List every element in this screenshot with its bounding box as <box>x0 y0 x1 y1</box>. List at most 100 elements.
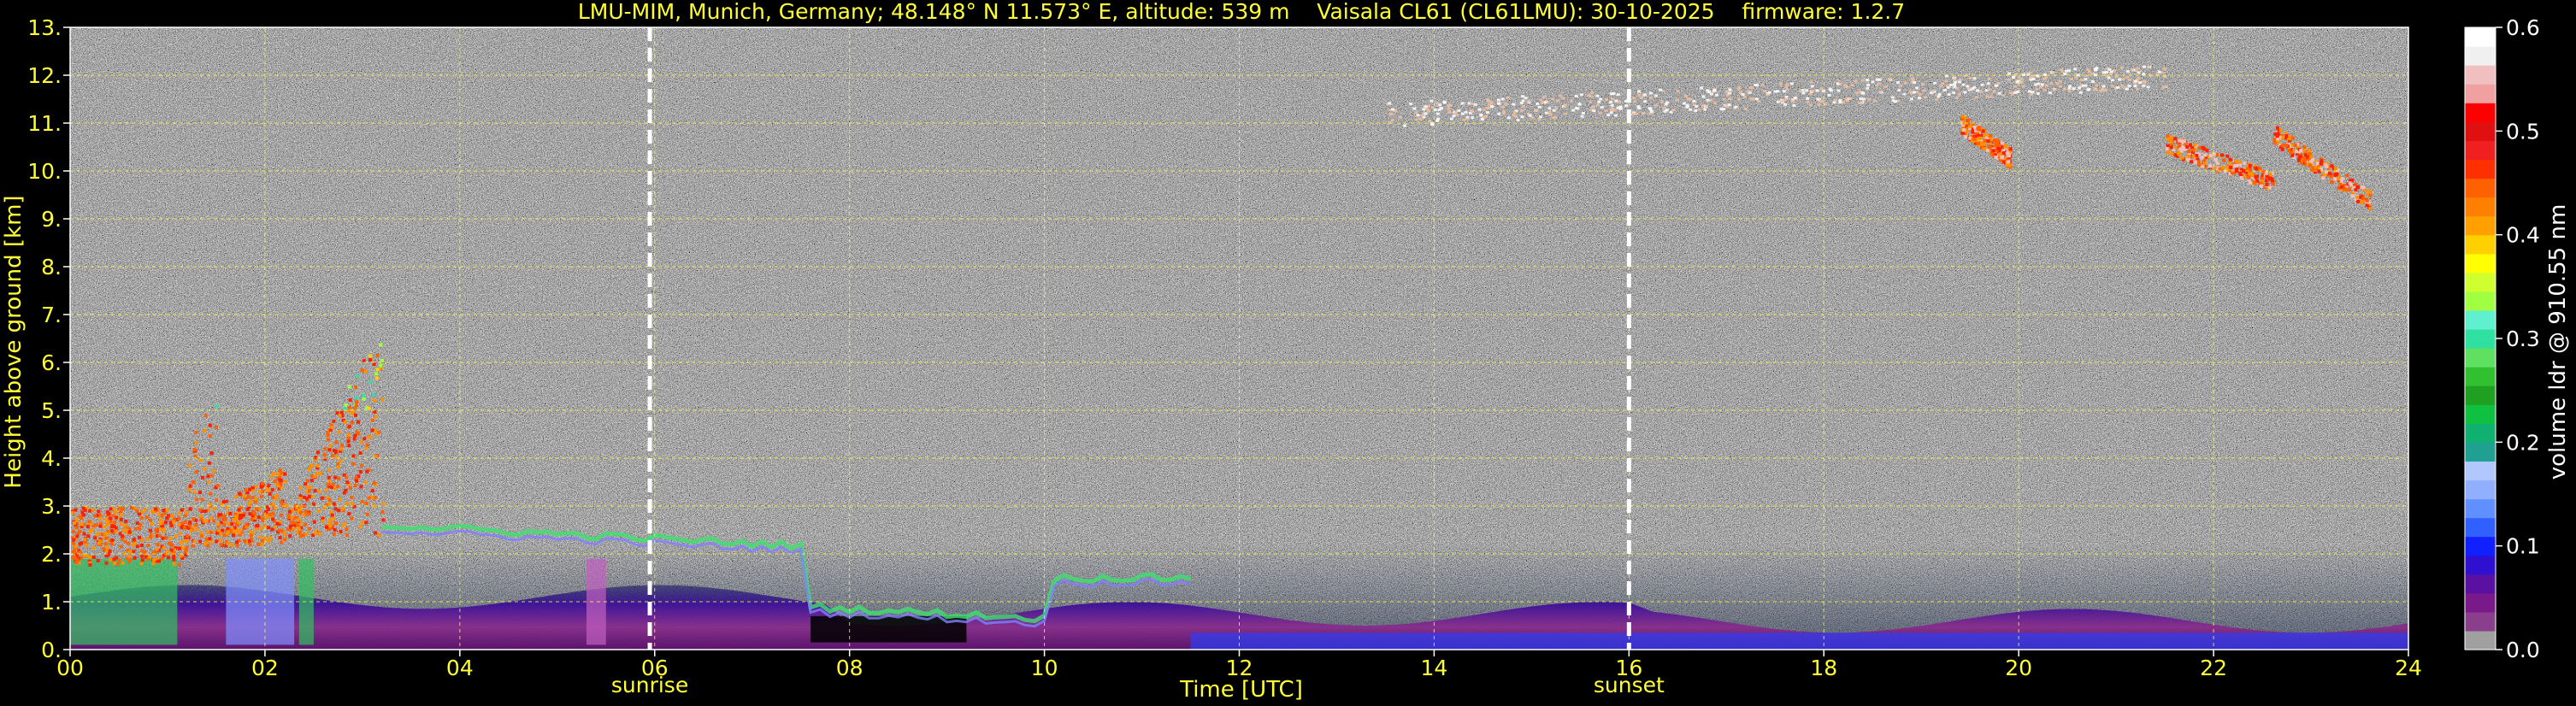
cloud-pixel <box>206 544 210 548</box>
fallstreak-pixel <box>2254 175 2258 179</box>
cloud-pixel <box>313 529 317 533</box>
cloud-pixel <box>207 480 211 485</box>
cloud-pixel <box>183 526 187 530</box>
fallstreak-pixel <box>2345 174 2349 178</box>
colorbar-swatch <box>2465 348 2496 368</box>
cloud-pixel <box>168 521 173 525</box>
cirrus-pixel <box>2029 93 2033 97</box>
cirrus-pixel <box>1763 90 1767 93</box>
cirrus-pixel <box>1746 90 1750 93</box>
cirrus-pixel <box>1479 113 1483 116</box>
cirrus-pixel <box>1820 100 1824 103</box>
cirrus-pixel <box>1595 94 1600 97</box>
fallstreak-pixel <box>2270 177 2274 181</box>
cirrus-pixel <box>1542 95 1547 98</box>
cirrus-pixel <box>1632 97 1636 100</box>
cirrus-pixel <box>1980 83 1984 86</box>
cloud-pixel <box>251 496 255 500</box>
cloud-pixel <box>355 479 359 483</box>
fallstreak-pixel <box>2271 182 2275 186</box>
cirrus-pixel <box>1987 78 1991 80</box>
cirrus-pixel <box>1810 89 1814 92</box>
cloud-pixel <box>219 538 223 542</box>
cloud-pixel <box>364 521 368 525</box>
cloud-pixel <box>344 403 348 407</box>
cirrus-pixel <box>1524 97 1528 100</box>
cloud-pixel <box>114 510 118 515</box>
cloud-pixel <box>91 508 95 512</box>
cloud-pixel <box>333 521 338 526</box>
cirrus-pixel <box>1859 97 1863 100</box>
cloud-pixel <box>185 510 189 515</box>
fallstreak-pixel <box>2189 143 2192 147</box>
cloud-pixel <box>347 425 351 429</box>
cloud-pixel <box>348 398 352 403</box>
fallstreak-pixel <box>2349 183 2354 187</box>
cloud-pixel <box>254 485 258 489</box>
y-tick-label: 7. <box>41 303 62 327</box>
fallstreak-pixel <box>2276 140 2280 144</box>
cloud-pixel <box>332 502 336 506</box>
fallstreak-pixel <box>2365 203 2369 208</box>
colorbar-swatch <box>2465 197 2496 217</box>
cloud-pixel <box>363 437 367 441</box>
fallstreak-pixel <box>2165 147 2169 151</box>
fallstreak-pixel <box>2361 196 2366 200</box>
x-tick-label: 18 <box>1810 656 1837 680</box>
cloud-pixel <box>186 488 191 491</box>
cloud-pixel <box>103 542 108 546</box>
cloud-pixel <box>78 529 82 533</box>
cirrus-pixel <box>2036 91 2040 95</box>
cirrus-pixel <box>2044 84 2048 87</box>
cloud-pixel <box>74 526 79 530</box>
cirrus-pixel <box>2163 68 2167 71</box>
cirrus-pixel <box>1911 77 1915 80</box>
cloud-pixel <box>249 533 253 538</box>
fallstreak-pixel <box>2355 185 2360 189</box>
cirrus-pixel <box>2094 88 2098 91</box>
fallstreak-pixel <box>2307 149 2311 153</box>
cirrus-pixel <box>1942 89 1947 92</box>
cirrus-pixel <box>1741 93 1745 96</box>
cirrus-pixel <box>1563 103 1567 107</box>
cirrus-pixel <box>2069 78 2073 80</box>
y-tick-label: 3. <box>41 494 62 519</box>
cirrus-pixel <box>1552 109 1556 112</box>
cirrus-pixel <box>2101 85 2106 88</box>
colorbar-swatch <box>2465 46 2496 66</box>
fallstreak-pixel <box>2268 173 2272 177</box>
fallstreak-pixel <box>2360 200 2364 204</box>
x-tick-label: 20 <box>2005 656 2032 680</box>
fallstreak-pixel <box>2170 152 2174 156</box>
cloud-pixel <box>345 527 349 532</box>
cloud-pixel <box>360 499 364 503</box>
fallstreak-pixel <box>2186 154 2190 158</box>
colorbar-swatch <box>2465 272 2496 292</box>
cloud-pixel <box>188 507 192 511</box>
cirrus-pixel <box>1709 92 1713 96</box>
fallstreak-pixel <box>1994 155 1998 159</box>
cirrus-pixel <box>1597 100 1601 103</box>
cloud-pixel <box>340 506 345 510</box>
cloud-pixel <box>307 489 311 493</box>
cloud-pixel <box>327 518 332 522</box>
colorbar-swatch <box>2465 234 2496 255</box>
cirrus-pixel <box>1944 79 1948 83</box>
fallstreak-pixel <box>2343 186 2347 191</box>
cloud-pixel <box>110 524 115 528</box>
cloud-pixel <box>139 562 144 566</box>
cloud-pixel <box>359 440 363 444</box>
cirrus-pixel <box>1783 103 1788 106</box>
cloud-pixel <box>331 483 335 486</box>
cloud-pixel <box>298 534 303 538</box>
fallstreak-pixel <box>2201 145 2205 150</box>
cirrus-pixel <box>2133 79 2137 83</box>
y-tick-label: 5. <box>41 398 62 423</box>
cirrus-pixel <box>2074 76 2078 79</box>
x-tick-label: 08 <box>836 656 864 680</box>
cirrus-pixel <box>1430 123 1435 126</box>
cloud-pixel <box>255 527 258 532</box>
cloud-pixel <box>145 537 150 541</box>
cirrus-pixel <box>1706 89 1710 92</box>
cirrus-pixel <box>1554 106 1559 109</box>
